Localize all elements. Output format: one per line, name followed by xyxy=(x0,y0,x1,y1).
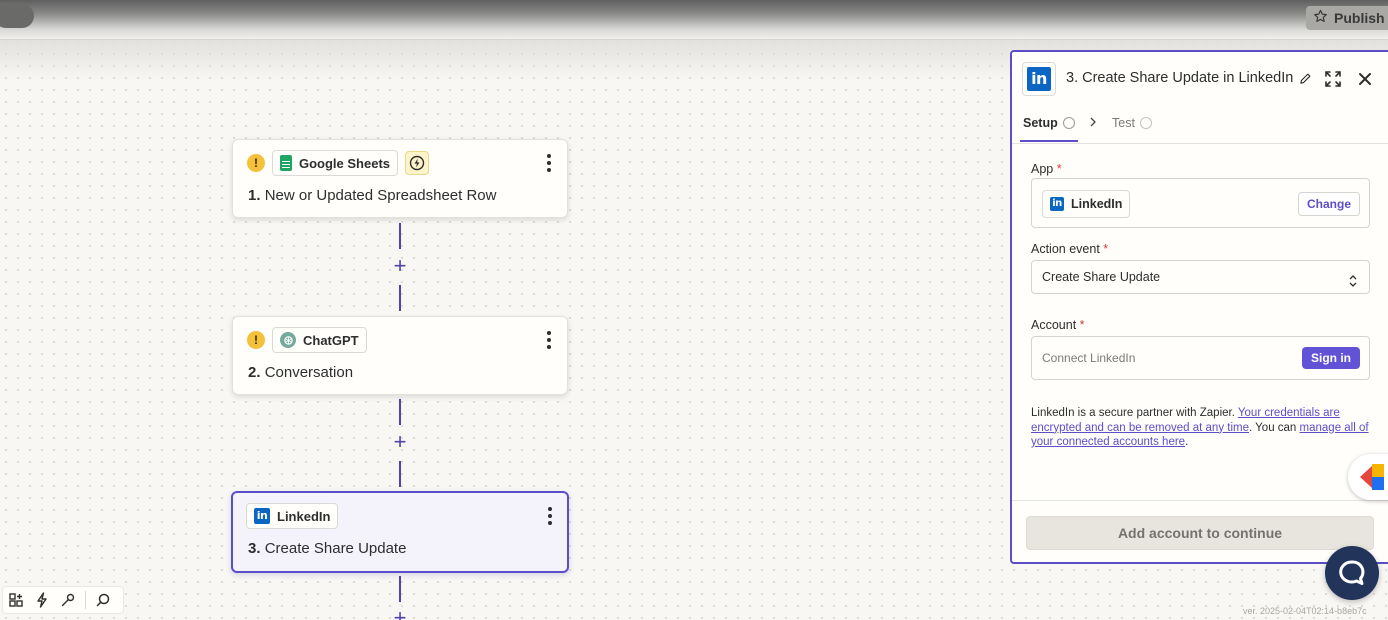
connector-line xyxy=(399,399,401,425)
tab-test[interactable]: Test xyxy=(1112,116,1152,130)
panel-title[interactable]: 3. Create Share Update in LinkedIn xyxy=(1066,70,1312,86)
canvas-toolbar xyxy=(2,586,124,614)
step-title: 1. New or Updated Spreadsheet Row xyxy=(248,187,497,204)
add-step-plus-icon[interactable]: + xyxy=(391,607,409,620)
version-label: ver. 2025-02-04T02:14-b8eb7c xyxy=(1243,606,1367,616)
tab-setup[interactable]: Setup xyxy=(1023,116,1075,130)
chatgpt-icon xyxy=(280,332,296,348)
app-chip-label: ChatGPT xyxy=(303,332,359,348)
publish-label: Publish xyxy=(1334,10,1385,26)
panel-app-logo: in xyxy=(1022,62,1056,96)
add-widgets-icon[interactable] xyxy=(3,587,29,613)
selected-app-label: LinkedIn xyxy=(1071,197,1123,211)
chevron-right-icon xyxy=(1088,116,1098,128)
add-account-to-continue-button[interactable]: Add account to continue xyxy=(1026,516,1374,550)
selected-app-chip: in LinkedIn xyxy=(1042,190,1131,218)
app-selector: in LinkedIn Change xyxy=(1031,178,1370,228)
warning-icon: ! xyxy=(247,154,265,172)
warning-icon: ! xyxy=(247,331,265,349)
app-chip-google-sheets: Google Sheets xyxy=(272,150,399,176)
linkedin-icon: in xyxy=(1050,197,1064,211)
sign-in-button[interactable]: Sign in xyxy=(1302,347,1360,369)
top-left-control[interactable] xyxy=(0,4,34,28)
connector-line xyxy=(399,576,401,602)
search-icon[interactable] xyxy=(90,587,116,613)
account-placeholder: Connect LinkedIn xyxy=(1042,351,1136,365)
app-chip-linkedin: in LinkedIn xyxy=(246,503,339,529)
chat-support-button[interactable] xyxy=(1325,546,1379,600)
bolt-icon[interactable] xyxy=(29,587,55,613)
account-label: Account * xyxy=(1031,318,1085,332)
expand-icon[interactable] xyxy=(1322,68,1344,90)
status-circle-icon xyxy=(1062,117,1075,129)
tab-test-label: Test xyxy=(1112,116,1135,130)
linkedin-icon: in xyxy=(1027,67,1051,91)
panel-header: in 3. Create Share Update in LinkedIn xyxy=(1012,52,1388,104)
app-chip-label: Google Sheets xyxy=(299,155,391,171)
status-circle-icon xyxy=(1139,117,1152,129)
step-card-2[interactable]: ! ChatGPT 2. Conversation xyxy=(232,316,568,395)
change-app-button[interactable]: Change xyxy=(1297,192,1360,216)
chat-icon xyxy=(1339,560,1365,585)
step-title: 3. Create Share Update xyxy=(248,540,407,557)
pencil-icon[interactable] xyxy=(1299,72,1312,85)
action-event-label: Action event * xyxy=(1031,242,1109,256)
publish-button[interactable]: Publish xyxy=(1306,6,1388,30)
step-title: 2. Conversation xyxy=(248,364,354,381)
account-field[interactable]: Connect LinkedIn Sign in xyxy=(1031,336,1370,380)
more-options-icon[interactable] xyxy=(546,507,554,525)
top-bar: Publish xyxy=(0,0,1388,40)
more-options-icon[interactable] xyxy=(545,154,553,172)
app-chip-label: LinkedIn xyxy=(277,508,331,524)
wrench-icon[interactable] xyxy=(55,587,81,613)
connector-line xyxy=(399,461,401,487)
add-step-plus-icon[interactable]: + xyxy=(391,255,409,277)
connector-line xyxy=(399,223,401,249)
helper-logo-icon xyxy=(1360,464,1384,490)
connector-line xyxy=(399,285,401,311)
chevron-updown-icon xyxy=(1347,269,1359,287)
star-icon xyxy=(1313,9,1328,27)
step-editor-panel: in 3. Create Share Update in LinkedIn Se… xyxy=(1010,50,1388,564)
security-info-text: LinkedIn is a secure partner with Zapier… xyxy=(1031,407,1369,448)
app-field-label: App * xyxy=(1031,162,1062,176)
toolbar-divider xyxy=(85,591,86,609)
trigger-bolt-icon xyxy=(405,151,430,175)
add-step-plus-icon[interactable]: + xyxy=(391,431,409,453)
google-sheets-icon xyxy=(280,155,292,171)
active-tab-indicator xyxy=(1020,140,1078,142)
linkedin-icon: in xyxy=(254,508,270,524)
panel-tabs: Setup Test xyxy=(1012,110,1388,144)
action-event-select[interactable]: Create Share Update xyxy=(1031,260,1370,294)
action-event-value: Create Share Update xyxy=(1042,270,1161,284)
close-icon[interactable] xyxy=(1355,69,1375,89)
app-chip-chatgpt: ChatGPT xyxy=(272,327,367,353)
tab-setup-label: Setup xyxy=(1023,116,1058,130)
step-card-3[interactable]: in LinkedIn 3. Create Share Update xyxy=(231,491,569,573)
more-options-icon[interactable] xyxy=(545,331,553,349)
panel-title-text: 3. Create Share Update in LinkedIn xyxy=(1066,70,1294,86)
floating-helper-widget[interactable] xyxy=(1348,454,1388,500)
step-card-1[interactable]: ! Google Sheets 1. New or Updated Spread… xyxy=(232,139,568,218)
